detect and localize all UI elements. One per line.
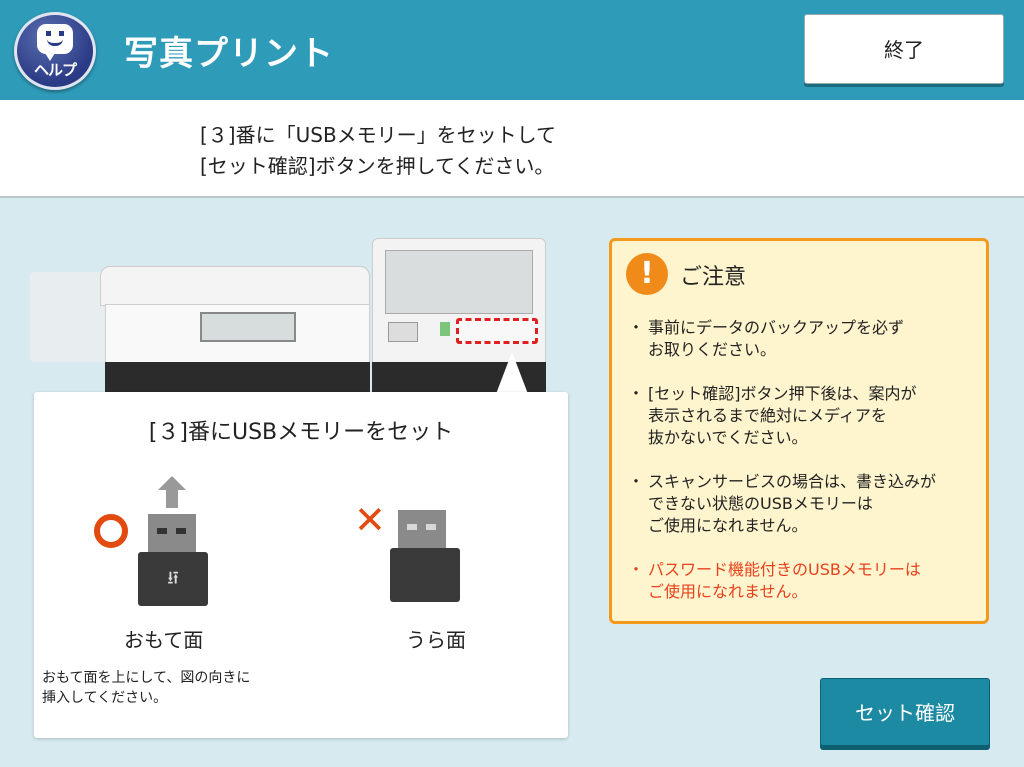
help-label: ヘルプ (33, 61, 77, 79)
wrong-mark-icon: ✕ (354, 498, 386, 542)
set-confirm-button[interactable]: セット確認 (820, 678, 990, 746)
machine-illustration (0, 230, 560, 400)
correct-mark-icon (94, 514, 128, 548)
usb-connector-icon (398, 510, 446, 550)
usb-stick-back-icon (390, 548, 460, 602)
caution-title: ご注意 (680, 265, 747, 290)
front-side-label: おもて面 (124, 628, 204, 652)
header-bar: ヘルプ 写真プリント 終了 (0, 0, 1024, 100)
caution-item: [セット確認]ボタン押下後は、案内が 表示されるまで絶対にメディアを 抜かないで… (628, 383, 978, 449)
usb-guide-card: [３]番にUSBメモリーをセット ⭿ ✕ おもて面 うら面 おもて面を上にして、… (34, 392, 568, 738)
caution-item: スキャンサービスの場合は、書き込みが できない状態のUSBメモリーは ご使用にな… (628, 471, 978, 537)
usb-front-figure: ⭿ (94, 476, 244, 636)
caution-list: 事前にデータのバックアップを必ず お取りください。 [セット確認]ボタン押下後は… (628, 317, 978, 625)
help-button[interactable]: ヘルプ (14, 12, 96, 90)
usb-slot-highlight (456, 318, 538, 344)
usb-symbol-icon: ⭿ (167, 568, 179, 589)
instruction-text: [３]番に「USBメモリー」をセットして [セット確認]ボタンを押してください。 (200, 120, 556, 182)
insert-note: おもて面を上にして、図の向きに 挿入してください。 (42, 670, 251, 706)
usb-connector-icon (148, 514, 196, 554)
caution-box: ! ご注意 事前にデータのバックアップを必ず お取りください。 [セット確認]ボ… (609, 238, 989, 624)
guide-title: [３]番にUSBメモリーをセット (148, 420, 454, 445)
instruction-panel: [３]番に「USBメモリー」をセットして [セット確認]ボタンを押してください。 (0, 100, 1024, 198)
usb-back-figure: ✕ (354, 476, 504, 636)
kiosk-screen (385, 250, 533, 314)
end-button[interactable]: 終了 (804, 14, 1004, 84)
usb-stick-front-icon: ⭿ (138, 552, 208, 606)
caution-item: 事前にデータのバックアップを必ず お取りください。 (628, 317, 978, 361)
page-title: 写真プリント (124, 34, 334, 74)
guide-pointer (496, 352, 528, 394)
help-face-icon (37, 24, 73, 61)
instruction-line-2: [セット確認]ボタンを押してください。 (200, 154, 555, 178)
up-arrow-icon (158, 476, 186, 508)
caution-item-warning: パスワード機能付きのUSBメモリーは ご使用になれません。 (628, 559, 978, 603)
back-side-label: うら面 (406, 628, 466, 652)
warning-icon: ! (626, 253, 668, 295)
printer-panel (200, 312, 296, 342)
instruction-line-1: [３]番に「USBメモリー」をセットして (200, 123, 557, 147)
